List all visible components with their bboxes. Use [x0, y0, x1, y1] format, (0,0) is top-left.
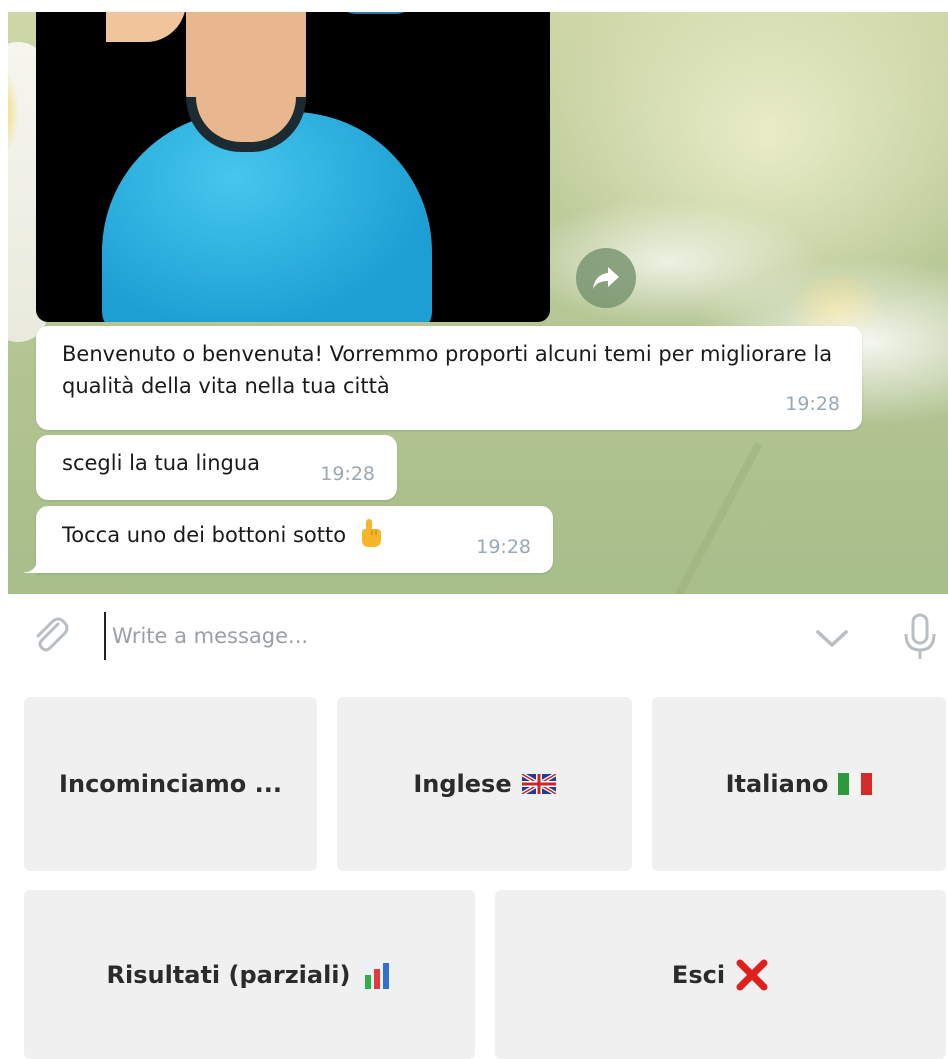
- message-bubble: scegli la tua lingua 19:28: [36, 435, 397, 500]
- keyboard-button-exit[interactable]: Esci: [495, 890, 946, 1059]
- background-stem: [661, 441, 763, 594]
- keyboard-button-results[interactable]: Risultati (parziali): [24, 890, 475, 1059]
- bar-chart-icon: [360, 958, 393, 991]
- button-label: Italiano: [725, 770, 829, 798]
- red-x-icon: [735, 958, 769, 992]
- button-label: Inglese: [413, 770, 512, 798]
- keyboard-button-start[interactable]: Incominciamo ...: [24, 697, 317, 871]
- button-label: Incominciamo ...: [59, 770, 282, 798]
- message-bubble: Benvenuto o benvenuta! Vorremmo proporti…: [36, 326, 862, 430]
- message-composer: [0, 594, 948, 680]
- message-text: scegli la tua lingua: [62, 451, 261, 475]
- message-bubble: Tocca uno dei bottoni sotto 19:28: [24, 506, 553, 573]
- paperclip-icon[interactable]: [28, 614, 72, 658]
- keyboard-button-italian[interactable]: Italiano: [652, 697, 946, 871]
- button-label: Risultati (parziali): [106, 960, 351, 989]
- message-time: 19:28: [476, 536, 531, 558]
- message-time: 19:28: [320, 463, 375, 485]
- keyboard-button-english[interactable]: Inglese: [337, 697, 632, 871]
- uk-flag-icon: [521, 774, 556, 794]
- bot-avatar-image[interactable]: [36, 12, 550, 322]
- message-input[interactable]: [104, 612, 784, 660]
- message-text: Tocca uno dei bottoni sotto: [62, 523, 347, 547]
- pointing-up-hand-icon: [361, 519, 381, 547]
- chat-area: Benvenuto o benvenuta! Vorremmo proporti…: [8, 12, 948, 594]
- forward-button[interactable]: [576, 248, 636, 308]
- italy-flag-icon: [838, 773, 873, 795]
- chevron-down-icon[interactable]: [812, 618, 852, 658]
- message-time: 19:28: [785, 393, 840, 415]
- message-text: Benvenuto o benvenuta! Vorremmo proporti…: [62, 342, 833, 398]
- microphone-icon[interactable]: [898, 612, 942, 662]
- button-label: Esci: [671, 960, 726, 989]
- forward-arrow-icon: [593, 267, 619, 289]
